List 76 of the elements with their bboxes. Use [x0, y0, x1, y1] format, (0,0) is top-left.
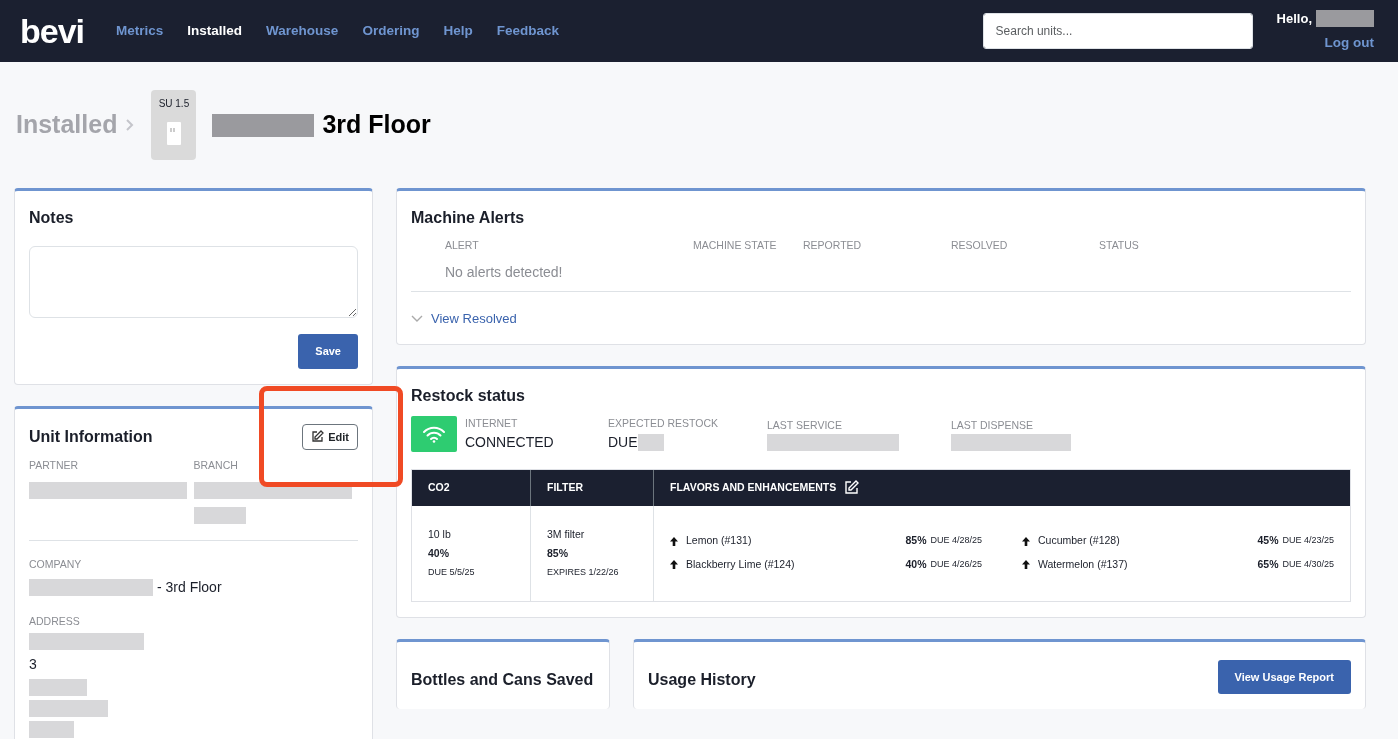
card-title: Notes	[29, 208, 75, 228]
flavor-due: DUE 4/30/25	[1282, 558, 1334, 572]
stat-label: LAST SERVICE	[767, 417, 843, 433]
nav-link[interactable]: Metrics	[116, 20, 164, 42]
redacted-block	[193, 506, 246, 524]
chevron-down-icon	[411, 314, 423, 323]
supply-percent: 85%	[547, 546, 569, 562]
column-header: REPORTED	[803, 238, 863, 253]
card-title: Usage History	[648, 669, 756, 690]
supply-amount: 3M filter	[547, 526, 586, 542]
flavor-percent: 40%	[905, 557, 927, 572]
nav-link[interactable]: Ordering	[362, 20, 420, 42]
flavor-percent: 85%	[905, 533, 927, 549]
flavor-name: Blackberry Lime (#124)	[686, 557, 796, 572]
flavor-percent: 65%	[1257, 557, 1279, 572]
stat-label: INTERNET	[465, 415, 519, 431]
column-header: ALERT	[445, 238, 480, 253]
redacted-block	[1316, 10, 1374, 28]
nav-link[interactable]: Installed	[187, 20, 243, 42]
usage-report-button[interactable]: View Usage Report	[1217, 659, 1351, 694]
nav-link[interactable]: Feedback	[496, 20, 559, 42]
logo[interactable]: bevi	[20, 14, 85, 48]
nav-link[interactable]: Warehouse	[266, 20, 339, 42]
notes-field[interactable]	[29, 246, 358, 318]
column-header: CO2	[428, 479, 450, 495]
flavor-name: Lemon (#131)	[686, 533, 753, 549]
flavor-due: DUE 4/23/25	[1282, 534, 1334, 548]
card-title: Machine Alerts	[411, 208, 526, 228]
redacted-block	[637, 433, 664, 451]
column-header: MACHINE STATE	[693, 238, 778, 253]
supply-amount: 10 lb	[428, 526, 452, 542]
flavor-percent: 45%	[1257, 533, 1279, 549]
chevron-icon	[125, 118, 136, 132]
view-resolved-link[interactable]: View Resolved	[411, 309, 517, 329]
stat-value: CONNECTED	[465, 432, 554, 452]
nav-link[interactable]: Help	[443, 20, 473, 42]
greeting-text: Hello,	[1276, 10, 1312, 29]
empty-message: No alerts detected!	[445, 263, 563, 280]
save-button[interactable]: Save	[298, 334, 358, 369]
flavor-due: DUE 4/26/25	[930, 558, 982, 572]
search-field[interactable]: Search units...	[982, 13, 1253, 49]
field-label: PARTNER	[29, 458, 80, 473]
edit-button[interactable]: Edit	[302, 423, 358, 450]
supply-due: EXPIRES 1/22/26	[547, 566, 620, 579]
arrow-up-icon	[1022, 560, 1030, 570]
wifi-icon	[411, 416, 457, 453]
redacted-block	[29, 721, 74, 739]
arrow-up-icon	[1022, 536, 1030, 546]
redacted-block	[29, 679, 87, 697]
edit-icon	[844, 480, 860, 495]
stat-value: DUE	[608, 432, 638, 452]
column-header: RESOLVED	[951, 238, 1009, 253]
card-title: Bottles and Cans Saved	[411, 669, 595, 690]
supply-due: DUE 5/5/25	[428, 566, 476, 579]
column-header: FLAVORS AND ENHANCEMENTS	[670, 479, 837, 495]
card-title: Unit Information	[29, 426, 153, 447]
flavor-name: Cucumber (#128)	[1038, 533, 1121, 549]
arrow-up-icon	[670, 560, 678, 570]
supply-percent: 40%	[428, 546, 450, 562]
column-header: STATUS	[1099, 238, 1140, 253]
field-value: - 3rd Floor	[157, 577, 222, 597]
page-title: 3rd Floor	[322, 109, 431, 141]
field-value: 3	[29, 655, 38, 675]
flavor-due: DUE 4/28/25	[930, 534, 982, 548]
field-label: COMPANY	[29, 556, 83, 572]
column-header: FILTER	[547, 479, 583, 495]
logout-link[interactable]: Log out	[1324, 32, 1374, 53]
field-label: BRANCH	[193, 458, 239, 473]
card-title: Restock status	[411, 385, 526, 406]
stat-label: LAST DISPENSE	[951, 417, 1035, 433]
field-label: ADDRESS	[29, 613, 81, 629]
flavor-name: Watermelon (#137)	[1038, 557, 1129, 572]
stat-label: EXPECTED RESTOCK	[608, 415, 720, 431]
model-label: SU 1.5	[158, 97, 190, 111]
edit-icon	[311, 430, 325, 444]
arrow-up-icon	[670, 536, 678, 546]
